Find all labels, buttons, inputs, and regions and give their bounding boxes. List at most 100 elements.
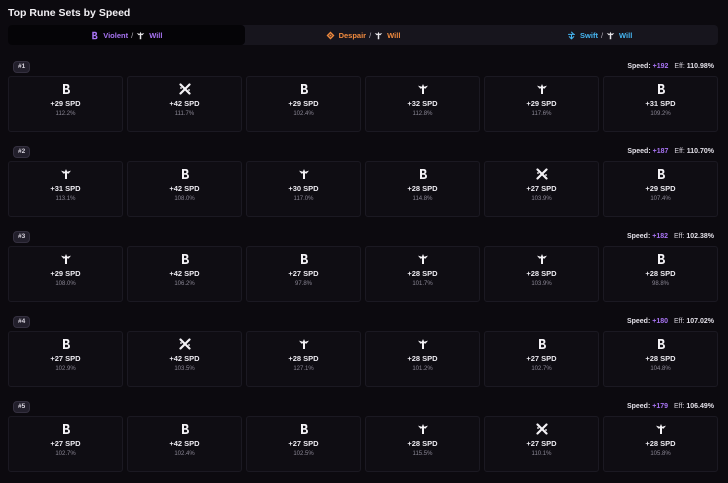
will-rune-icon [417,338,429,350]
rune-efficiency: 106.2% [174,281,195,287]
will-rune-icon [417,423,429,435]
speed-label: Speed: [627,148,651,155]
rune-slot[interactable]: +31 SPD 109.2% [603,76,718,132]
rune-efficiency: 108.0% [55,281,76,287]
rune-set-card: #4 Speed: +180 Eff: 107.02% +27 SPD 102.9% +4… [8,311,718,396]
rune-set-card: #3 Speed: +182 Eff: 102.38% +29 SPD 108.0% +4… [8,226,718,311]
tab-secondary-label: Will [387,30,401,40]
will-rune-icon [374,31,383,40]
rune-speed: +30 SPD [288,184,319,193]
total-speed: +180 [652,318,669,325]
rune-efficiency: 115.5% [412,451,433,457]
rune-efficiency: 107.4% [650,196,671,202]
rune-slot[interactable]: +28 SPD 103.9% [484,246,599,302]
rune-efficiency: 103.9% [531,196,552,202]
violent-rune-icon [298,253,310,265]
rune-efficiency: 98.8% [651,281,669,287]
violent-rune-icon [298,83,310,95]
tab-separator: / [131,30,134,40]
total-speed: +182 [652,233,669,240]
rune-slot[interactable]: +30 SPD 117.0% [246,161,361,217]
rune-speed: +27 SPD [526,354,557,363]
rune-efficiency: 114.8% [412,196,433,202]
rune-slot[interactable]: +31 SPD 113.1% [8,161,123,217]
rune-slot[interactable]: +28 SPD 114.8% [365,161,480,217]
violent-rune-icon [179,423,191,435]
rune-slot[interactable]: +42 SPD 111.7% [127,76,242,132]
rune-speed: +27 SPD [526,439,557,448]
total-speed: +187 [652,148,669,155]
rune-slot[interactable]: +28 SPD 101.2% [365,331,480,387]
rune-speed: +28 SPD [645,439,676,448]
rune-slot[interactable]: +29 SPD 112.2% [8,76,123,132]
rune-slot[interactable]: +29 SPD 108.0% [8,246,123,302]
rank-badge: #5 [13,401,31,413]
rune-efficiency: 113.1% [55,196,76,202]
rune-speed: +27 SPD [50,354,81,363]
rune-slot[interactable]: +28 SPD 105.8% [603,416,718,472]
rune-efficiency: 102.5% [293,451,314,457]
total-speed: +192 [652,63,669,70]
rune-speed: +42 SPD [169,184,200,193]
efficiency-label: Eff: [674,403,685,410]
rune-slot[interactable]: +27 SPD 102.5% [246,416,361,472]
rune-slot[interactable]: +42 SPD 102.4% [127,416,242,472]
rune-slot[interactable]: +29 SPD 117.6% [484,76,599,132]
violent-rune-icon [417,168,429,180]
total-efficiency: 106.49% [686,403,714,410]
rune-slot[interactable]: +42 SPD 108.0% [127,161,242,217]
rune-efficiency: 117.6% [531,111,552,117]
rune-speed: +29 SPD [526,99,557,108]
rune-slot[interactable]: +27 SPD 102.7% [484,331,599,387]
violent-rune-icon [179,253,191,265]
rune-slots: +29 SPD 112.2% +42 SPD 111.7% +29 SPD 102.4% +… [8,76,718,132]
rune-efficiency: 109.2% [650,111,671,117]
rune-slot[interactable]: +28 SPD 98.8% [603,246,718,302]
rune-slot[interactable]: +32 SPD 112.8% [365,76,480,132]
total-efficiency: 110.98% [686,63,714,70]
tab-despair-will[interactable]: Despair / Will [245,25,482,45]
speed-label: Speed: [627,63,651,70]
rune-slot[interactable]: +27 SPD 102.9% [8,331,123,387]
will-rune-icon [536,83,548,95]
rank-badge: #4 [13,316,31,328]
tab-secondary-label: Will [149,30,163,40]
rune-efficiency: 112.8% [412,111,433,117]
rune-slot[interactable]: +28 SPD 127.1% [246,331,361,387]
violent-rune-icon [60,83,72,95]
rune-slot[interactable]: +27 SPD 102.7% [8,416,123,472]
rune-slot[interactable]: +42 SPD 103.5% [127,331,242,387]
rune-efficiency: 103.9% [531,281,552,287]
rune-slot[interactable]: +27 SPD 97.8% [246,246,361,302]
violent-rune-icon [655,83,667,95]
speed-label: Speed: [626,403,651,410]
rune-slot[interactable]: +29 SPD 102.4% [246,76,361,132]
speed-label: Speed: [626,233,651,240]
rune-slot[interactable]: +29 SPD 107.4% [603,161,718,217]
rune-slots: +29 SPD 108.0% +42 SPD 106.2% +27 SPD 97.8% +2… [8,246,718,302]
will-rune-icon [60,253,72,265]
rune-slot[interactable]: +28 SPD 101.7% [365,246,480,302]
rune-speed: +42 SPD [169,439,200,448]
rune-efficiency: 108.0% [174,196,195,202]
violent-rune-icon [179,168,191,180]
rune-speed: +32 SPD [407,99,438,108]
tab-swift-will[interactable]: Swift / Will [481,25,718,45]
rune-slot[interactable]: +27 SPD 110.1% [484,416,599,472]
rune-slot[interactable]: +42 SPD 106.2% [127,246,242,302]
rune-slot[interactable]: +28 SPD 115.5% [365,416,480,472]
violent-rune-icon [655,168,667,180]
rune-slot[interactable]: +28 SPD 104.8% [603,331,718,387]
page-title: Top Rune Sets by Speed [8,7,131,19]
rune-efficiency: 101.2% [412,366,433,372]
will-rune-icon [298,338,310,350]
violent-rune-icon [60,423,72,435]
rune-speed: +27 SPD [50,439,81,448]
tab-violent-will[interactable]: Violent / Will [8,25,245,45]
rune-efficiency: 102.4% [293,111,314,117]
set-summary: Speed: +187 Eff: 110.70% [627,148,714,155]
rune-speed: +28 SPD [645,354,676,363]
rune-slot[interactable]: +27 SPD 103.9% [484,161,599,217]
rune-efficiency: 111.7% [174,111,195,117]
rune-speed: +27 SPD [288,439,319,448]
